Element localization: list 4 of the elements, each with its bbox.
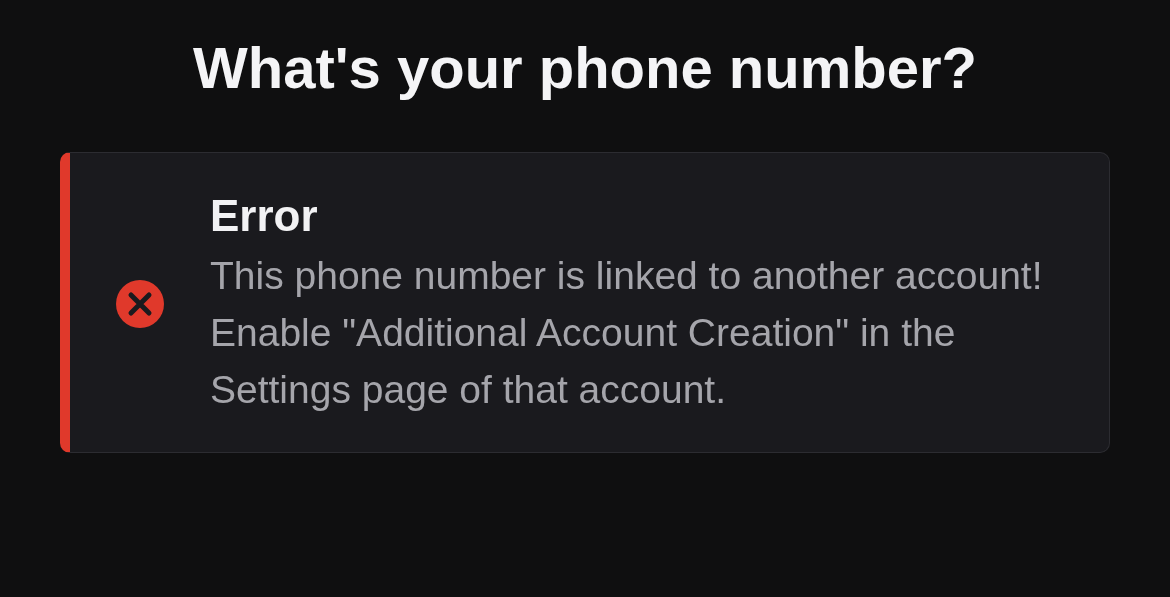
alert-message: This phone number is linked to another account! Enable "Additional Account Creation" in the Settings page of that account. bbox=[210, 253, 1044, 413]
page-heading: What's your phone number? bbox=[192, 34, 978, 102]
alert-title: Error bbox=[210, 190, 319, 242]
error-icon bbox=[115, 278, 165, 329]
